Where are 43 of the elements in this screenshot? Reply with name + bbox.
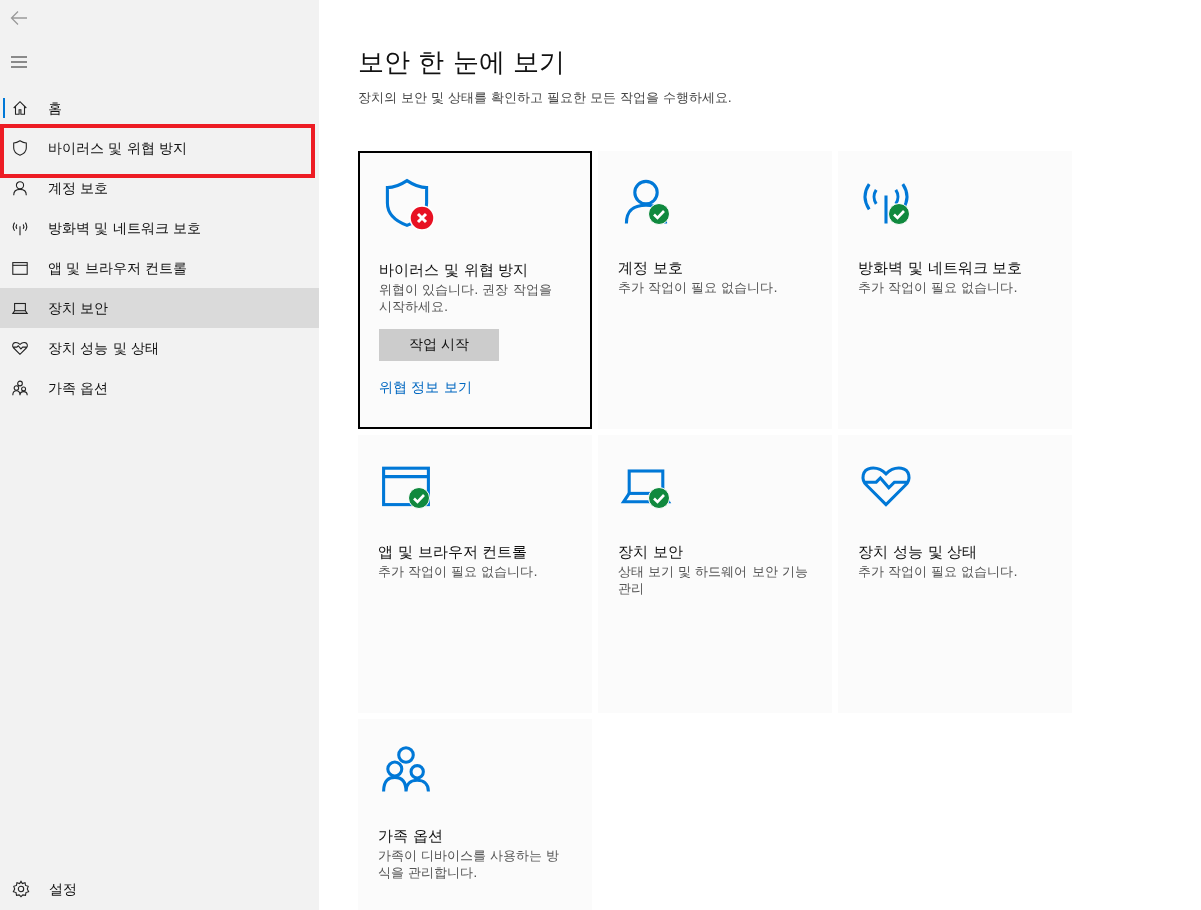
shield-icon [11,139,29,157]
nav-item[interactable]: 바이러스 및 위협 방지 [0,128,319,168]
window-icon [11,259,29,277]
settings-icon [12,880,30,898]
menu-icon[interactable] [11,56,27,68]
heart-pulse-icon [11,339,29,357]
card-title: 장치 성능 및 상태 [858,541,978,563]
threat-info-link[interactable]: 위협 정보 보기 [379,378,472,395]
status-card[interactable]: 가족 옵션 가족이 디바이스를 사용하는 방식을 관리합니다. [358,718,592,910]
card-description: 추가 작업이 필요 없습니다. [378,562,539,580]
card-description: 추가 작업이 필요 없습니다. [618,278,779,296]
card-title: 장치 보안 [618,541,683,563]
nav-item[interactable]: 방화벽 및 네트워크 보호 [0,208,319,248]
card-title: 바이러스 및 위협 방지 [379,259,529,281]
status-card[interactable]: 계정 보호 추가 작업이 필요 없습니다. [598,150,832,429]
status-card[interactable]: 바이러스 및 위협 방지 위협이 있습니다. 권장 작업을 시작하세요. 작업 시작 위협 정보 보기 [358,150,592,429]
status-card[interactable]: 앱 및 브라우저 컨트롤 추가 작업이 필요 없습니다. [358,434,592,713]
home-icon [11,99,29,117]
nav-item[interactable]: 가족 옵션 [0,368,319,408]
card-description: 상태 보기 및 하드웨어 보안 기능 관리 [618,562,809,597]
status-card[interactable]: 방화벽 및 네트워크 보호 추가 작업이 필요 없습니다. [838,150,1072,429]
card-title: 앱 및 브라우저 컨트롤 [378,541,528,563]
nav-item[interactable]: 장치 성능 및 상태 [0,328,319,368]
status-card[interactable]: 장치 성능 및 상태 추가 작업이 필요 없습니다. [838,434,1072,713]
card-title: 계정 보호 [618,257,683,279]
start-action-button[interactable]: 작업 시작 [379,328,499,361]
card-description: 추가 작업이 필요 없습니다. [858,278,1019,296]
page-title: 보안 한 눈에 보기 [358,46,565,79]
card-description: 추가 작업이 필요 없습니다. [858,562,1019,580]
settings-nav-item[interactable]: 설정 [0,869,319,909]
status-card[interactable]: 장치 보안 상태 보기 및 하드웨어 보안 기능 관리 [598,434,832,713]
nav-item[interactable]: 앱 및 브라우저 컨트롤 [0,248,319,288]
nav-item[interactable]: 홈 [0,88,319,128]
card-title: 방화벽 및 네트워크 보호 [858,257,1023,279]
card-title: 가족 옵션 [378,825,443,847]
people-icon [11,379,29,397]
card-description: 위협이 있습니다. 권장 작업을 시작하세요. [379,280,553,315]
card-description: 가족이 디바이스를 사용하는 방식을 관리합니다. [378,846,561,881]
nav-item[interactable]: 장치 보안 [0,288,319,328]
page-subtitle: 장치의 보안 및 상태를 확인하고 필요한 모든 작업을 수행하세요. [358,89,732,107]
nav-item[interactable]: 계정 보호 [0,168,319,208]
back-arrow-icon[interactable] [10,10,28,26]
person-icon [11,179,29,197]
